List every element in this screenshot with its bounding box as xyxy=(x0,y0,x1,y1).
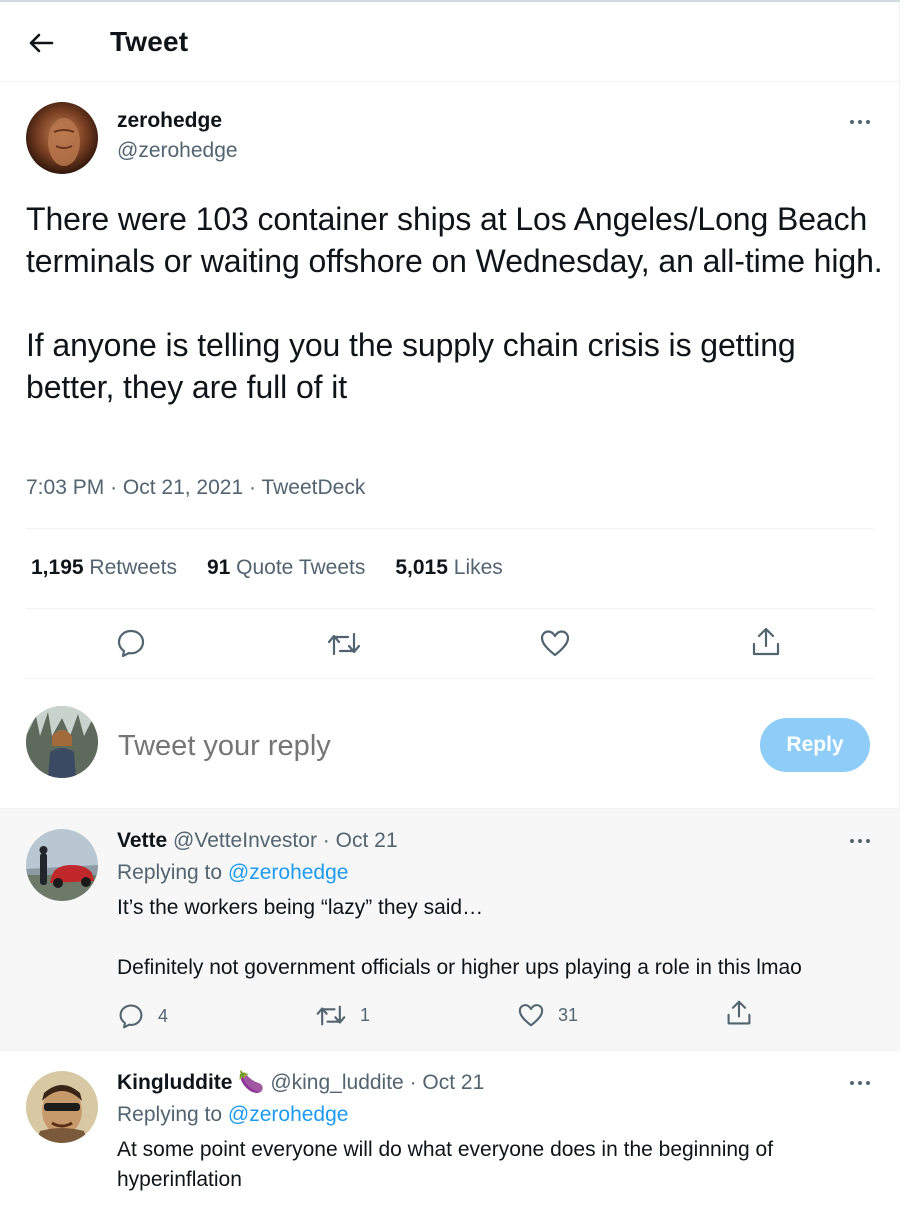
retweet-icon xyxy=(316,1005,346,1026)
retweets-stat[interactable]: 1,195 Retweets xyxy=(31,556,177,580)
meta-separator: · xyxy=(322,829,330,852)
replying-to-prefix: Replying to xyxy=(117,1103,223,1126)
retweet-count: 1 xyxy=(360,1005,371,1025)
retweets-label: Retweets xyxy=(89,556,177,579)
share-icon xyxy=(752,627,780,656)
page-title: Tweet xyxy=(110,26,189,57)
retweet-icon xyxy=(327,632,361,656)
avatar-image xyxy=(26,829,98,901)
like-action-button[interactable]: 31 xyxy=(518,1003,578,1027)
more-icon-dot xyxy=(850,839,854,843)
heart-icon xyxy=(518,1004,544,1027)
reply-header: Vette @VetteInvestor · Oct 21 xyxy=(117,829,398,853)
divider xyxy=(26,678,874,679)
avatar-image xyxy=(26,706,98,778)
user-avatar[interactable] xyxy=(26,706,98,778)
reply-author-handle[interactable]: @king_luddite xyxy=(270,1071,403,1094)
heart-icon xyxy=(540,630,570,657)
replying-to-mention[interactable]: @zerohedge xyxy=(228,861,349,884)
author-handle[interactable]: @zerohedge xyxy=(117,139,238,163)
share-action-button[interactable] xyxy=(726,999,752,1027)
retweets-count: 1,195 xyxy=(31,556,84,579)
like-action-button[interactable] xyxy=(540,629,570,662)
like-count: 31 xyxy=(558,1004,579,1025)
divider xyxy=(26,608,874,609)
more-icon-dot xyxy=(858,1081,862,1085)
tweet-page: Tweet zerohedge @zerohedge There were 10… xyxy=(0,0,900,1226)
avatar-image xyxy=(26,102,98,174)
likes-label: Likes xyxy=(453,556,503,579)
meta-separator: · xyxy=(110,476,118,499)
more-options-button[interactable] xyxy=(845,112,875,132)
reply-author-name[interactable]: Vette xyxy=(117,829,167,852)
reply-input[interactable] xyxy=(118,724,718,768)
replying-to-prefix: Replying to xyxy=(117,861,223,884)
reply-header: Kingluddite 🍆 @king_luddite · Oct 21 xyxy=(117,1071,484,1095)
reply-action-button[interactable]: 4 xyxy=(118,1003,168,1029)
replying-to: Replying to @zerohedge xyxy=(117,1103,348,1127)
likes-count: 5,015 xyxy=(395,556,448,579)
reply-button[interactable]: Reply xyxy=(760,718,870,772)
likes-stat[interactable]: 5,015 Likes xyxy=(395,556,502,580)
reply-text: At some point everyone will do what ever… xyxy=(117,1138,774,1191)
tweet-source[interactable]: TweetDeck xyxy=(261,476,365,499)
author-avatar[interactable] xyxy=(26,102,98,174)
comment-icon xyxy=(117,629,145,658)
comment-icon xyxy=(119,1004,143,1029)
reply-action-button[interactable] xyxy=(116,628,146,663)
more-icon-dot xyxy=(858,839,862,843)
reply-tweet[interactable]: Kingluddite 🍆 @king_luddite · Oct 21 Rep… xyxy=(0,1050,900,1226)
tweet-time[interactable]: 7:03 PM xyxy=(26,476,104,499)
reply-author-handle[interactable]: @VetteInvestor xyxy=(173,829,317,852)
more-icon-dot xyxy=(850,1081,854,1085)
quote-tweets-stat[interactable]: 91 Quote Tweets xyxy=(207,556,365,580)
more-icon-dot xyxy=(866,1081,870,1085)
eggplant-icon: 🍆 xyxy=(238,1071,265,1094)
author-name[interactable]: zerohedge xyxy=(117,109,222,133)
meta-separator: · xyxy=(409,1071,417,1094)
more-options-button[interactable] xyxy=(845,1073,875,1093)
quote-tweets-count: 91 xyxy=(206,556,231,579)
tweet-text: There were 103 container ships at Los An… xyxy=(26,201,883,405)
reply-date[interactable]: Oct 21 xyxy=(422,1071,484,1094)
retweet-action-button[interactable]: 1 xyxy=(316,1003,370,1028)
divider xyxy=(26,528,874,529)
reply-tweet[interactable]: Vette @VetteInvestor · Oct 21 Replying t… xyxy=(0,808,900,1050)
quote-tweets-label: Quote Tweets xyxy=(236,556,366,579)
reply-author-avatar[interactable] xyxy=(26,1071,98,1143)
avatar-image xyxy=(26,1071,98,1143)
reply-author-name[interactable]: Kingluddite xyxy=(117,1071,232,1094)
retweet-action-button[interactable] xyxy=(327,630,361,663)
reply-author-avatar[interactable] xyxy=(26,829,98,901)
tweet-date[interactable]: Oct 21, 2021 xyxy=(123,476,243,499)
more-icon-dot xyxy=(866,839,870,843)
share-action-button[interactable] xyxy=(751,626,781,663)
share-icon xyxy=(727,1000,751,1025)
reply-count: 4 xyxy=(158,1005,169,1026)
page-header: Tweet xyxy=(0,2,900,82)
more-icon-dot xyxy=(850,120,854,124)
tweet-meta: 7:03 PM · Oct 21, 2021 · TweetDeck xyxy=(26,476,365,500)
reply-text: It’s the workers being “lazy” they said…… xyxy=(117,896,802,979)
more-icon-dot xyxy=(866,120,870,124)
replying-to: Replying to @zerohedge xyxy=(117,861,348,885)
more-icon-dot xyxy=(858,120,862,124)
replying-to-mention[interactable]: @zerohedge xyxy=(228,1103,349,1126)
more-options-button[interactable] xyxy=(845,831,875,851)
arrow-left-icon xyxy=(29,33,54,53)
back-button[interactable] xyxy=(22,26,60,60)
reply-date[interactable]: Oct 21 xyxy=(336,829,398,852)
tweet-stats: 1,195 Retweets 91 Quote Tweets 5,015 Lik… xyxy=(31,556,533,580)
meta-separator: · xyxy=(249,476,256,499)
